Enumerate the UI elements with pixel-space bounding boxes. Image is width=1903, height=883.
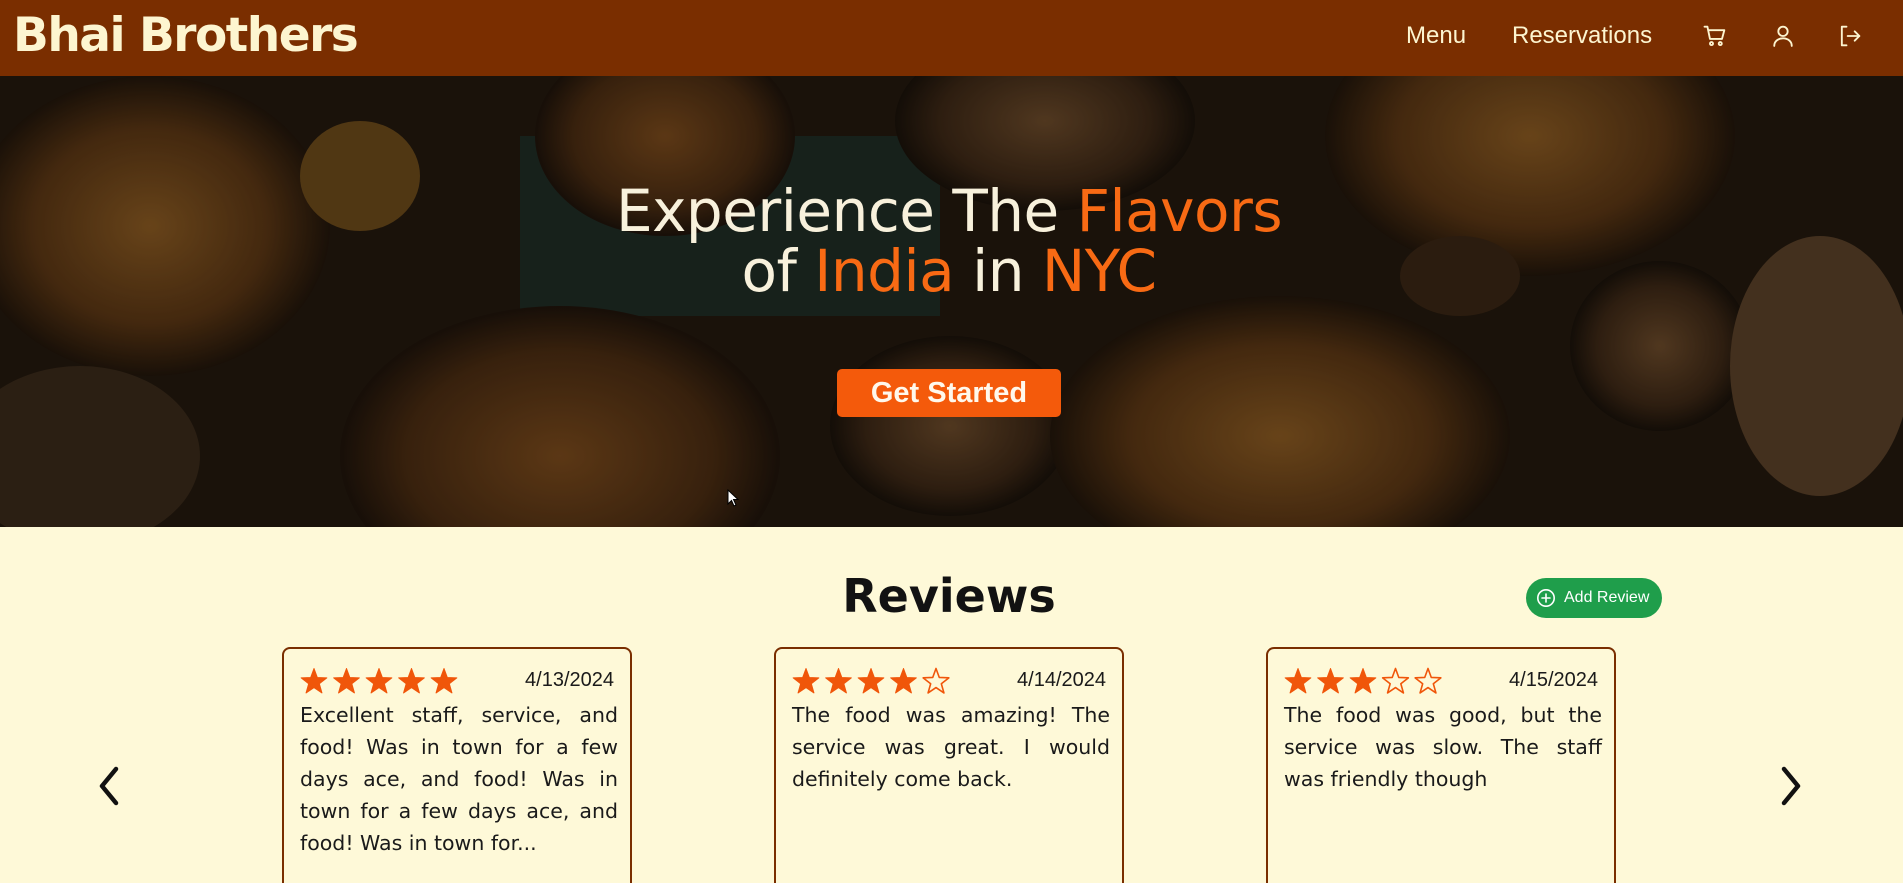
- review-date: 4/15/2024: [1509, 669, 1598, 691]
- navbar: Bhai Brothers Menu Reservations: [0, 0, 1903, 76]
- review-card: 4/15/2024 The food was good, but the ser…: [1266, 647, 1616, 883]
- star-filled-icon: [1284, 668, 1312, 694]
- hero-accent-nyc: NYC: [1041, 237, 1157, 305]
- add-review-label: Add Review: [1564, 589, 1650, 606]
- hero-line2-text: of: [741, 237, 815, 305]
- hero-line2-in: in: [954, 237, 1042, 305]
- star-filled-icon: [365, 668, 393, 694]
- star-rating: [1284, 667, 1442, 694]
- star-filled-icon: [890, 668, 917, 694]
- review-text: The food was good, but the service was s…: [1284, 703, 1602, 791]
- get-started-button[interactable]: Get Started: [837, 369, 1061, 417]
- star-filled-icon: [430, 668, 458, 694]
- star-filled-icon: [1317, 668, 1344, 694]
- star-empty-icon: [1381, 667, 1410, 694]
- hero-headline: Experience The Flavors of India in NYC: [0, 181, 1898, 301]
- add-review-button[interactable]: Add Review: [1526, 578, 1662, 618]
- star-filled-icon: [1349, 668, 1377, 694]
- star-filled-icon: [333, 668, 360, 694]
- star-filled-icon: [857, 668, 885, 694]
- user-icon[interactable]: [1769, 22, 1797, 50]
- review-card: 4/13/2024 Excellent staff, service, and …: [282, 647, 632, 883]
- carousel-prev-arrow-icon[interactable]: [94, 763, 124, 809]
- mouse-cursor-icon: [727, 489, 740, 507]
- review-date: 4/14/2024: [1017, 669, 1106, 691]
- logout-icon[interactable]: [1836, 22, 1864, 50]
- hero-accent-india: India: [814, 237, 955, 305]
- star-filled-icon: [792, 668, 820, 694]
- star-filled-icon: [398, 668, 425, 694]
- star-rating: [300, 668, 458, 694]
- review-text: The food was amazing! The service was gr…: [792, 703, 1110, 791]
- star-empty-icon: [922, 667, 950, 694]
- carousel-next-arrow-icon[interactable]: [1776, 763, 1806, 809]
- hero-accent-flavors: Flavors: [1076, 177, 1283, 245]
- star-filled-icon: [825, 668, 852, 694]
- star-filled-icon: [300, 668, 328, 694]
- review-card: 4/14/2024 The food was amazing! The serv…: [774, 647, 1124, 883]
- review-text: Excellent staff, service, and food! Was …: [300, 703, 618, 855]
- nav-link-reservations[interactable]: Reservations: [1512, 20, 1652, 52]
- brand-logo[interactable]: Bhai Brothers: [13, 8, 359, 64]
- star-empty-icon: [1414, 667, 1442, 694]
- nav-link-menu[interactable]: Menu: [1406, 20, 1466, 52]
- review-date: 4/13/2024: [525, 669, 614, 691]
- star-rating: [792, 667, 950, 694]
- cart-icon[interactable]: [1701, 22, 1729, 50]
- hero-banner: Experience The Flavors of India in NYC G…: [0, 76, 1903, 527]
- hero-line1-text: Experience The: [615, 177, 1077, 245]
- plus-circle-icon: [1537, 589, 1555, 607]
